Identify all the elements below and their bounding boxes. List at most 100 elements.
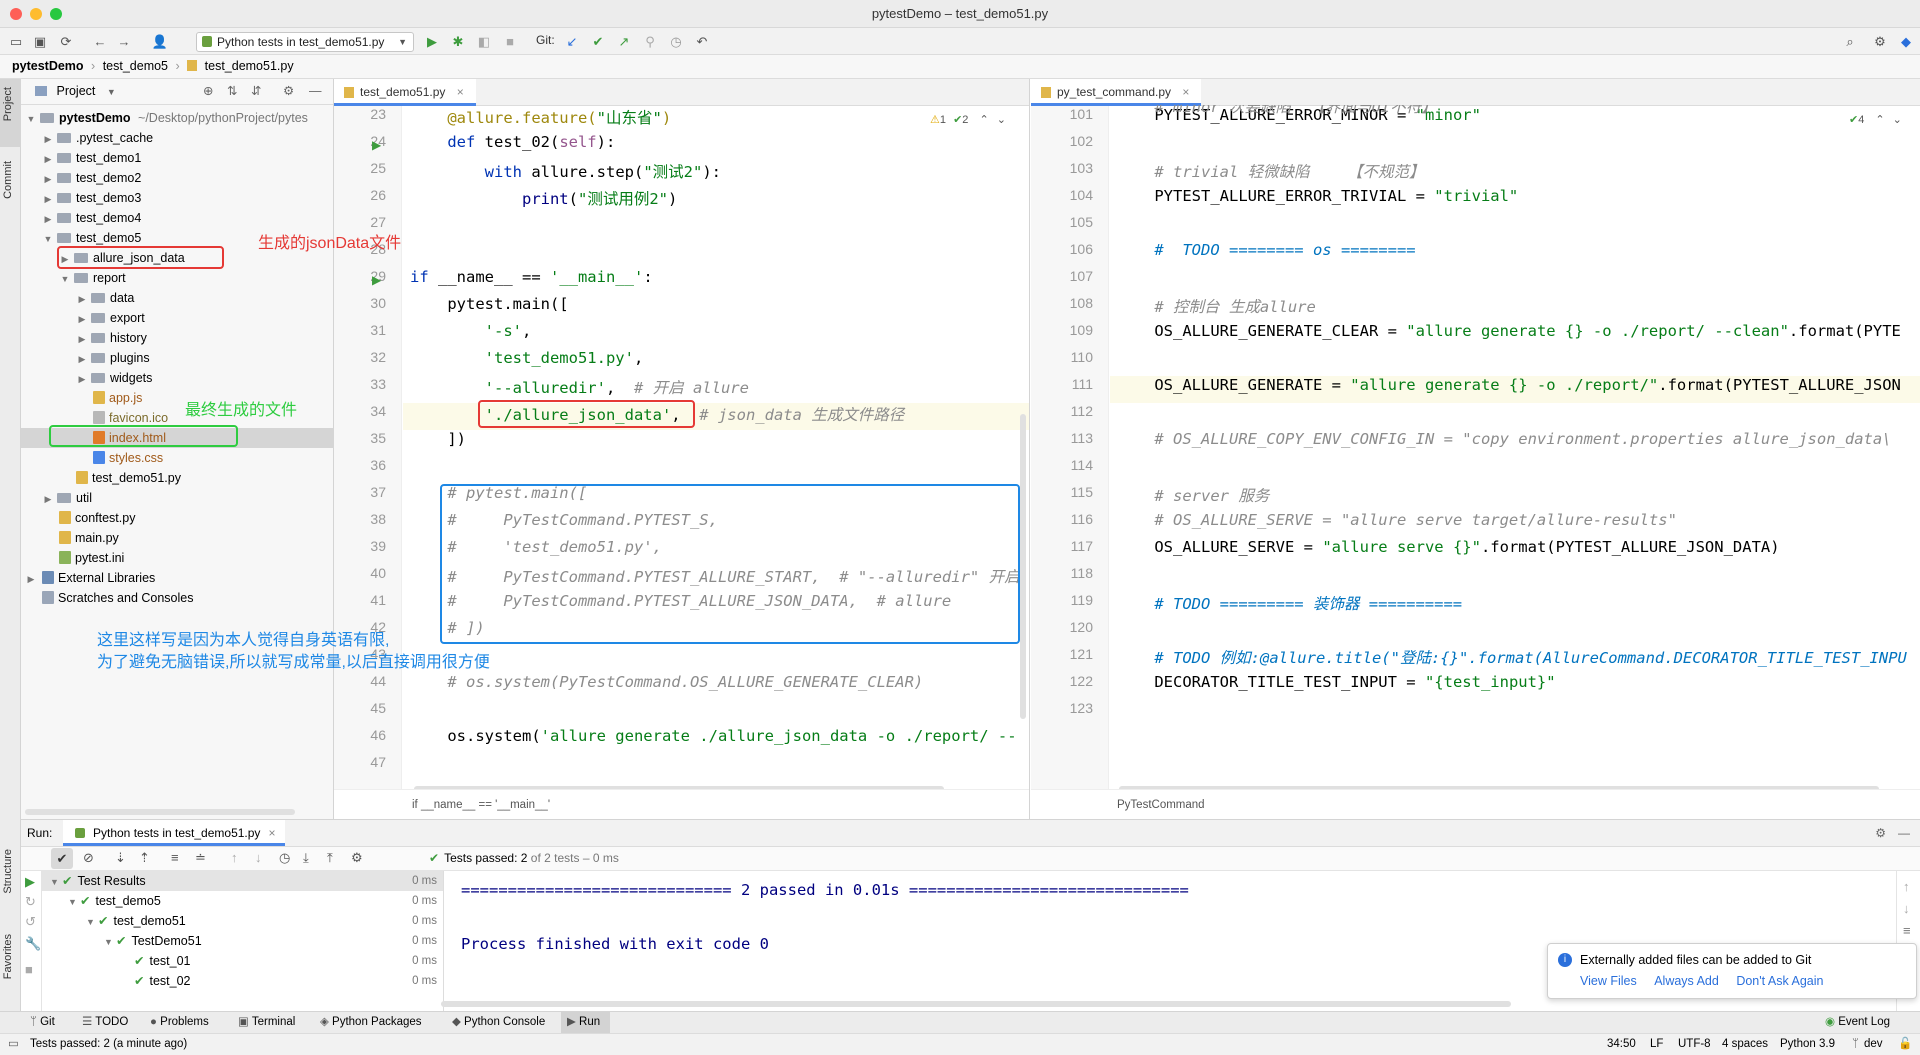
chevron-down-icon[interactable]: ▼ (68, 892, 80, 912)
rerun-icon[interactable]: ▶ (25, 874, 35, 890)
tree-item[interactable]: ▶ test_demo4 (21, 208, 334, 228)
rollback-icon[interactable]: ↶ (692, 32, 712, 52)
tree-item[interactable]: main.py (21, 528, 334, 548)
side-tab-project[interactable]: Project (2, 87, 14, 121)
chevron-down-icon[interactable]: ▼ (107, 87, 116, 97)
tab-py-test-command[interactable]: py_test_command.py × (1031, 79, 1202, 106)
collapse-all-icon[interactable]: ≐ (195, 850, 206, 866)
test-tree-item[interactable]: ✔ test_02 0 ms (42, 971, 443, 991)
scroll-up-icon[interactable]: ↑ (1903, 879, 1910, 894)
breadcrumb-folder[interactable]: test_demo5 (103, 59, 168, 73)
gear-icon[interactable]: ⚙ (1870, 32, 1890, 52)
tree-item[interactable]: ▶ test_demo2 (21, 168, 334, 188)
collapse-all-icon[interactable]: ⇵ (251, 79, 261, 104)
test-tree-item[interactable]: ✔ test_01 0 ms (42, 951, 443, 971)
bottom-tab-git[interactable]: ᛘ Git (30, 1012, 55, 1033)
tree-item[interactable]: Scratches and Consoles (21, 588, 334, 608)
chevron-right-icon[interactable]: ▶ (42, 149, 54, 169)
always-add-link[interactable]: Always Add (1654, 974, 1719, 988)
bottom-tab-python-console[interactable]: ◆ Python Console (452, 1012, 545, 1033)
git-update-icon[interactable]: ↙ (562, 32, 582, 52)
sort-duration-icon[interactable]: ⇡ (139, 850, 150, 866)
chevron-right-icon[interactable]: ▶ (76, 329, 88, 349)
chevron-right-icon[interactable]: ▶ (42, 209, 54, 229)
bottom-tab-todo[interactable]: ☰ TODO (82, 1012, 128, 1033)
coverage-icon[interactable]: ◧ (474, 32, 494, 52)
run-tab[interactable]: Python tests in test_demo51.py × (63, 820, 286, 846)
run-config-select[interactable]: Python tests in test_demo51.py ▼ (196, 32, 414, 52)
export-icon[interactable]: ⤒ (327, 850, 333, 866)
tree-item[interactable]: ▶ plugins (21, 348, 334, 368)
soft-wrap-icon[interactable]: ≡ (1903, 923, 1911, 938)
chevron-down-icon[interactable]: ▼ (104, 932, 116, 952)
close-icon[interactable]: × (1182, 85, 1189, 99)
horizontal-scrollbar[interactable] (25, 809, 295, 815)
vertical-scrollbar[interactable] (1020, 414, 1026, 719)
caret-position[interactable]: 34:50 (1607, 1034, 1636, 1055)
chevron-right-icon[interactable]: ▶ (42, 189, 54, 209)
test-tree-item[interactable]: ▼ ✔ test_demo51 0 ms (42, 911, 443, 931)
line-separator[interactable]: LF (1650, 1034, 1663, 1055)
tree-item[interactable]: ▶ test_demo1 (21, 148, 334, 168)
lock-icon[interactable]: 🔓 (1898, 1034, 1912, 1055)
git-branch[interactable]: dev (1864, 1034, 1883, 1055)
side-tab-favorites[interactable]: Favorites (2, 934, 14, 979)
show-ignored-icon[interactable]: ⊘ (83, 850, 94, 866)
tree-item[interactable]: ▶ widgets (21, 368, 334, 388)
run-gutter-icon[interactable]: ▶ (372, 273, 381, 287)
history-icon[interactable]: ◷ (666, 32, 686, 52)
tree-item[interactable]: pytest.ini (21, 548, 334, 568)
gear-icon[interactable]: ⚙ (283, 79, 294, 104)
inspection-widget[interactable]: ✔4 ⌃ ⌄ (1849, 113, 1902, 126)
test-tree-item[interactable]: ▼ ✔ Test Results 0 ms (42, 871, 443, 891)
side-tab-commit[interactable]: Commit (2, 161, 14, 199)
chevron-right-icon[interactable]: ▶ (76, 349, 88, 369)
tree-item[interactable]: ▶ export (21, 308, 334, 328)
show-passed-icon[interactable]: ✔ (51, 848, 73, 869)
run-gutter-icon[interactable]: ▶ (372, 138, 381, 152)
chevron-right-icon[interactable]: ▶ (42, 129, 54, 149)
locate-icon[interactable]: ⊕ (203, 79, 213, 104)
chevron-right-icon[interactable]: ▶ (76, 369, 88, 389)
breadcrumb-file[interactable]: test_demo51.py (205, 59, 294, 73)
import-icon[interactable]: ⤓ (303, 850, 309, 866)
chevron-right-icon[interactable]: ▶ (25, 569, 37, 589)
gear-icon[interactable]: ⚙ (1875, 820, 1886, 846)
git-commit-icon[interactable]: ✔ (588, 32, 608, 52)
breadcrumb-root[interactable]: pytestDemo (12, 59, 84, 73)
test-tree-item[interactable]: ▼ ✔ test_demo5 0 ms (42, 891, 443, 911)
chevron-down-icon[interactable]: ▼ (86, 912, 98, 932)
save-icon[interactable]: ▣ (30, 32, 50, 52)
sort-alpha-icon[interactable]: ⇣ (115, 850, 126, 866)
tree-item[interactable]: conftest.py (21, 508, 334, 528)
dont-ask-again-link[interactable]: Don't Ask Again (1736, 974, 1823, 988)
chevron-right-icon[interactable]: ▶ (76, 289, 88, 309)
search-icon[interactable]: ⌕ (1840, 32, 1860, 52)
sync-icon[interactable]: ⟳ (56, 32, 76, 52)
view-files-link[interactable]: View Files (1580, 974, 1637, 988)
debug-icon[interactable]: ✱ (448, 32, 468, 52)
bottom-tab-run[interactable]: ▶ Run (561, 1012, 611, 1033)
chevron-right-icon[interactable]: ▶ (76, 309, 88, 329)
tab-test-demo51[interactable]: test_demo51.py × (334, 79, 476, 106)
event-log-button[interactable]: ◉ Event Log (1825, 1012, 1890, 1033)
bottom-tab-python-packages[interactable]: ◈ Python Packages (320, 1012, 422, 1033)
stop-icon[interactable]: ■ (500, 32, 520, 52)
chevron-right-icon[interactable]: ▶ (42, 489, 54, 509)
status-bar-toggle-icon[interactable]: ▭ (8, 1034, 19, 1055)
toggle-auto-test-icon[interactable]: ↺ (25, 914, 36, 930)
previous-icon[interactable]: ↑ (231, 850, 238, 865)
chevron-down-icon[interactable]: ▼ (42, 229, 54, 249)
next-icon[interactable]: ↓ (255, 850, 262, 865)
code-breadcrumb[interactable]: PyTestCommand (1031, 789, 1920, 819)
tree-item[interactable]: ▶ data (21, 288, 334, 308)
wrench-icon[interactable]: 🔧 (25, 936, 41, 952)
project-panel-title[interactable]: Project (56, 84, 95, 98)
file-encoding[interactable]: UTF-8 (1678, 1034, 1711, 1055)
close-icon[interactable]: × (457, 85, 464, 99)
tree-item[interactable]: ▶ External Libraries (21, 568, 334, 588)
tree-item[interactable]: ▶ history (21, 328, 334, 348)
bottom-tab-problems[interactable]: ● Problems (150, 1012, 209, 1033)
hide-icon[interactable]: — (1898, 820, 1910, 846)
git-pull-icon[interactable]: ⚲ (640, 32, 660, 52)
